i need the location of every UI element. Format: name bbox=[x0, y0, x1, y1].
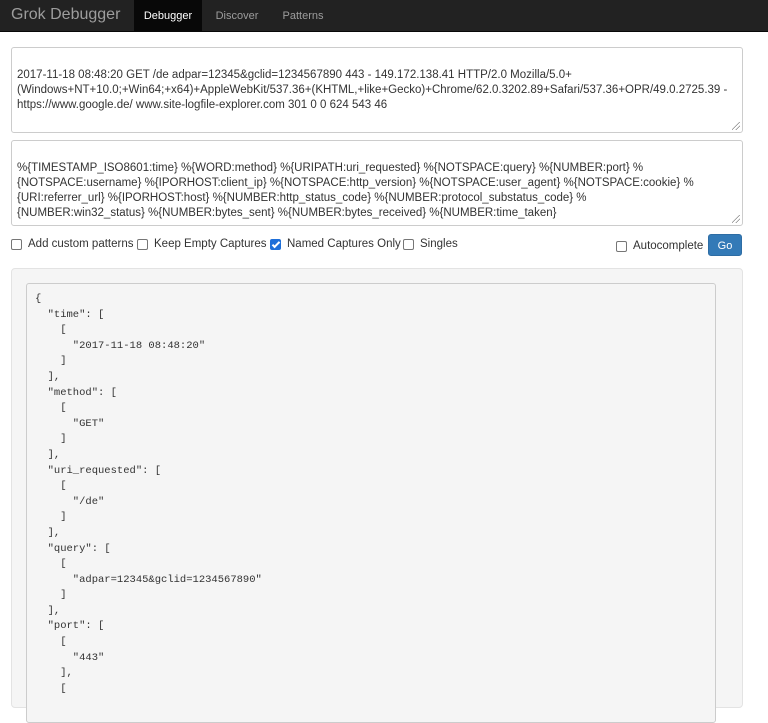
named-captures-only-checkbox[interactable] bbox=[270, 238, 281, 250]
autocomplete-checkbox[interactable] bbox=[616, 240, 627, 252]
autocomplete-label: Autocomplete bbox=[633, 240, 704, 252]
navbar: Grok Debugger Debugger Discover Patterns bbox=[0, 0, 768, 32]
sample-data-input[interactable]: 2017-11-18 08:48:20 GET /de adpar=12345&… bbox=[11, 47, 743, 133]
keep-empty-captures-checkbox[interactable] bbox=[137, 238, 148, 250]
grok-pattern-text: %{TIMESTAMP_ISO8601:time} %{WORD:method}… bbox=[17, 162, 694, 219]
tab-patterns[interactable]: Patterns bbox=[272, 0, 334, 32]
named-captures-only-label: Named Captures Only bbox=[287, 238, 401, 250]
resize-handle-icon[interactable] bbox=[732, 215, 740, 223]
tab-debugger[interactable]: Debugger bbox=[134, 0, 202, 32]
grok-pattern-input[interactable]: %{TIMESTAMP_ISO8601:time} %{WORD:method}… bbox=[11, 140, 743, 226]
go-button[interactable]: Go bbox=[708, 234, 742, 256]
named-captures-only-option[interactable]: Named Captures Only bbox=[270, 238, 401, 250]
brand-title[interactable]: Grok Debugger bbox=[11, 6, 120, 24]
keep-empty-captures-label: Keep Empty Captures bbox=[154, 238, 267, 250]
add-custom-patterns-checkbox[interactable] bbox=[11, 238, 22, 250]
singles-checkbox[interactable] bbox=[403, 238, 414, 250]
add-custom-patterns-label: Add custom patterns bbox=[28, 238, 134, 250]
resize-handle-icon[interactable] bbox=[732, 122, 740, 130]
add-custom-patterns-option[interactable]: Add custom patterns bbox=[11, 238, 133, 250]
singles-label: Singles bbox=[420, 238, 458, 250]
singles-option[interactable]: Singles bbox=[403, 238, 458, 250]
tab-discover[interactable]: Discover bbox=[206, 0, 268, 32]
autocomplete-option[interactable]: Autocomplete bbox=[616, 240, 703, 252]
keep-empty-captures-option[interactable]: Keep Empty Captures bbox=[137, 238, 267, 250]
result-panel: { "time": [ [ "2017-11-18 08:48:20" ] ],… bbox=[11, 268, 743, 723]
sample-data-text: 2017-11-18 08:48:20 GET /de adpar=12345&… bbox=[17, 69, 728, 111]
result-output: { "time": [ [ "2017-11-18 08:48:20" ] ],… bbox=[26, 283, 716, 723]
